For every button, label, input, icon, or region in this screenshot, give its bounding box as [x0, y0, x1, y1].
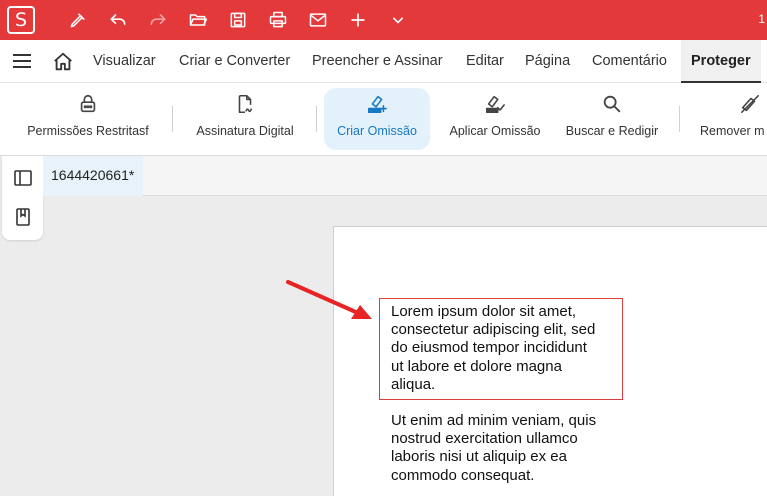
pen-icon[interactable]: [66, 8, 90, 32]
title-right-text: 1: [758, 12, 765, 26]
apply-redaction-button[interactable]: Aplicar Omissão: [442, 83, 548, 156]
search-redact-label: Buscar e Redigir: [565, 124, 659, 138]
ribbon-separator: [679, 106, 680, 132]
print-icon[interactable]: [266, 8, 290, 32]
open-folder-icon[interactable]: [186, 8, 210, 32]
lock-icon: [80, 94, 96, 113]
app-logo[interactable]: S: [7, 6, 35, 34]
redact-create-icon: [367, 95, 387, 114]
remove-label: Remover m: [700, 124, 765, 138]
text-line: ut labore et dolore magna: [391, 357, 562, 375]
create-redaction-button[interactable]: Criar Omissão: [324, 88, 430, 150]
red-arrow-annotation: [286, 280, 372, 319]
menu-comentario[interactable]: Comentário: [592, 40, 667, 83]
redo-icon[interactable]: [146, 8, 170, 32]
panel-toggle-icon[interactable]: [13, 168, 33, 188]
menu-bar: Visualizar Criar e Converter Preencher e…: [0, 40, 767, 83]
permissions-label: Permissões Restritasf: [27, 124, 149, 138]
search-icon: [603, 95, 621, 113]
apply-redaction-label: Aplicar Omissão: [449, 124, 541, 138]
text-line: consectetur adipiscing elit, sed: [391, 321, 596, 339]
undo-icon[interactable]: [106, 8, 130, 32]
text-line: Ut enim ad minim veniam, quis: [391, 412, 597, 429]
create-redaction-label: Criar Omissão: [337, 124, 417, 138]
document-tab-strip: 1644420661*: [43, 156, 767, 196]
mail-icon[interactable]: [306, 8, 330, 32]
ribbon-separator: [316, 106, 317, 132]
menu-preencher-e-assinar[interactable]: Preencher e Assinar: [312, 40, 443, 83]
hamburger-menu-icon[interactable]: [12, 53, 32, 69]
menu-proteger[interactable]: Proteger: [681, 40, 761, 83]
menu-pagina[interactable]: Página: [525, 40, 570, 83]
text-line: commodo consequat.: [391, 466, 535, 484]
ribbon-toolbar: Permissões Restritasf Assinatura Digital…: [0, 83, 767, 156]
menu-visualizar[interactable]: Visualizar: [93, 40, 156, 83]
digital-signature-label: Assinatura Digital: [196, 124, 294, 138]
bookmark-icon[interactable]: [13, 207, 33, 227]
add-icon[interactable]: [346, 8, 370, 32]
text-line: do eiusmod tempor incididunt: [391, 339, 587, 357]
chevron-down-icon[interactable]: [386, 8, 410, 32]
text-line: laboris nisi ut aliquip ex ea: [391, 448, 567, 466]
text-line: Lorem ipsum dolor sit amet,: [391, 303, 577, 320]
menu-criar-e-converter[interactable]: Criar e Converter: [179, 40, 290, 83]
text-line: aliqua.: [391, 375, 436, 393]
permissions-button[interactable]: Permissões Restritasf: [18, 83, 158, 156]
ribbon-separator: [172, 106, 173, 132]
paragraph-2: Ut enim ad minim veniam, quis nostrud ex…: [391, 412, 616, 485]
text-line: nostrud exercitation ullamco: [391, 430, 578, 448]
remove-button[interactable]: Remover m: [700, 83, 767, 156]
redact-apply-icon: [485, 95, 505, 114]
digital-signature-button[interactable]: Assinatura Digital: [186, 83, 304, 156]
save-icon[interactable]: [226, 8, 250, 32]
signed-document-icon: [238, 94, 253, 114]
document-tab[interactable]: 1644420661*: [43, 156, 143, 196]
paragraph-1: Lorem ipsum dolor sit amet, consectetur …: [391, 303, 616, 394]
search-redact-button[interactable]: Buscar e Redigir: [562, 83, 662, 156]
title-bar: S 1: [0, 0, 767, 40]
left-side-panel: [2, 156, 43, 240]
menu-editar[interactable]: Editar: [466, 40, 504, 83]
remove-icon: [740, 94, 760, 114]
home-icon[interactable]: [52, 51, 74, 73]
